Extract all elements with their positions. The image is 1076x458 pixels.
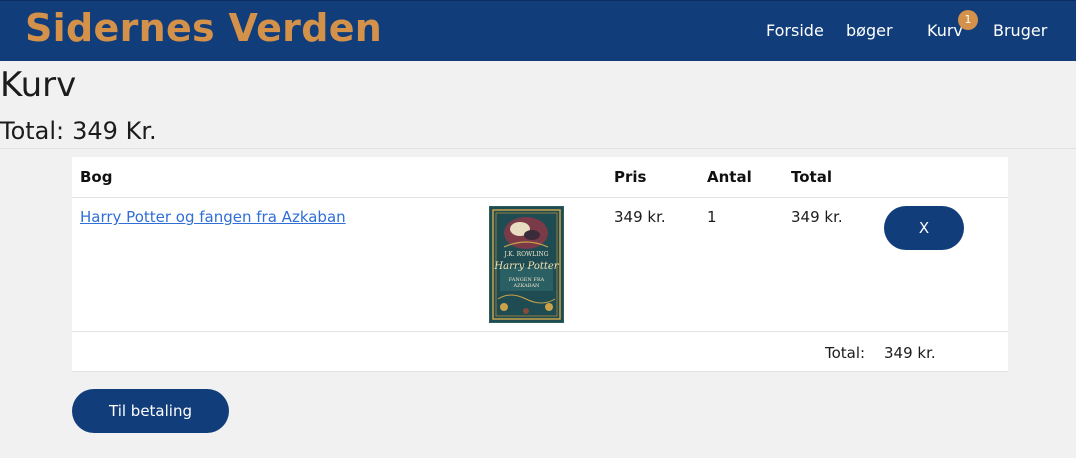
site-brand[interactable]: Sidernes Verden [25,4,382,52]
page-total: Total: 349 Kr. [0,115,157,147]
header-divider [72,197,1008,198]
row-price: 349 kr. [614,208,666,226]
cart-table: Bog Pris Antal Total Harry Potter og fan… [72,157,1008,372]
row-total: 349 kr. [791,208,843,226]
remove-item-button[interactable]: X [884,206,964,250]
book-cover-image[interactable]: J.K. ROWLING Harry Potter FANGEN FRA AZK… [489,206,564,323]
column-header-total: Total [791,168,832,186]
page-total-label: Total: [0,117,65,145]
row-quantity: 1 [707,208,717,226]
nav-link-kurv[interactable]: Kurv [927,20,963,42]
page-title: Kurv [0,65,77,105]
checkout-button[interactable]: Til betaling [72,389,229,433]
column-header-bog: Bog [80,168,113,186]
nav-link-boger[interactable]: bøger [846,20,893,42]
footer-total-value: 349 kr. [884,344,936,362]
navbar: Sidernes Verden Forside bøger Kurv 1 Bru… [0,0,1076,61]
page-total-value: 349 Kr. [72,117,157,145]
book-title-link[interactable]: Harry Potter og fangen fra Azkaban [80,207,346,227]
nav-link-forside[interactable]: Forside [766,20,824,42]
column-header-pris: Pris [614,168,647,186]
cart-count-badge: 1 [958,10,978,30]
row-divider [72,331,1008,332]
footer-total-label: Total: [825,344,866,362]
cover-subtitle: FANGEN FRA AZKABAN [508,277,545,289]
nav-link-bruger[interactable]: Bruger [993,20,1047,42]
cover-author: J.K. ROWLING [504,251,549,258]
table-bottom-border [72,371,1008,372]
cover-title: Harry Potter [494,261,559,272]
divider [0,148,1076,149]
column-header-antal: Antal [707,168,752,186]
